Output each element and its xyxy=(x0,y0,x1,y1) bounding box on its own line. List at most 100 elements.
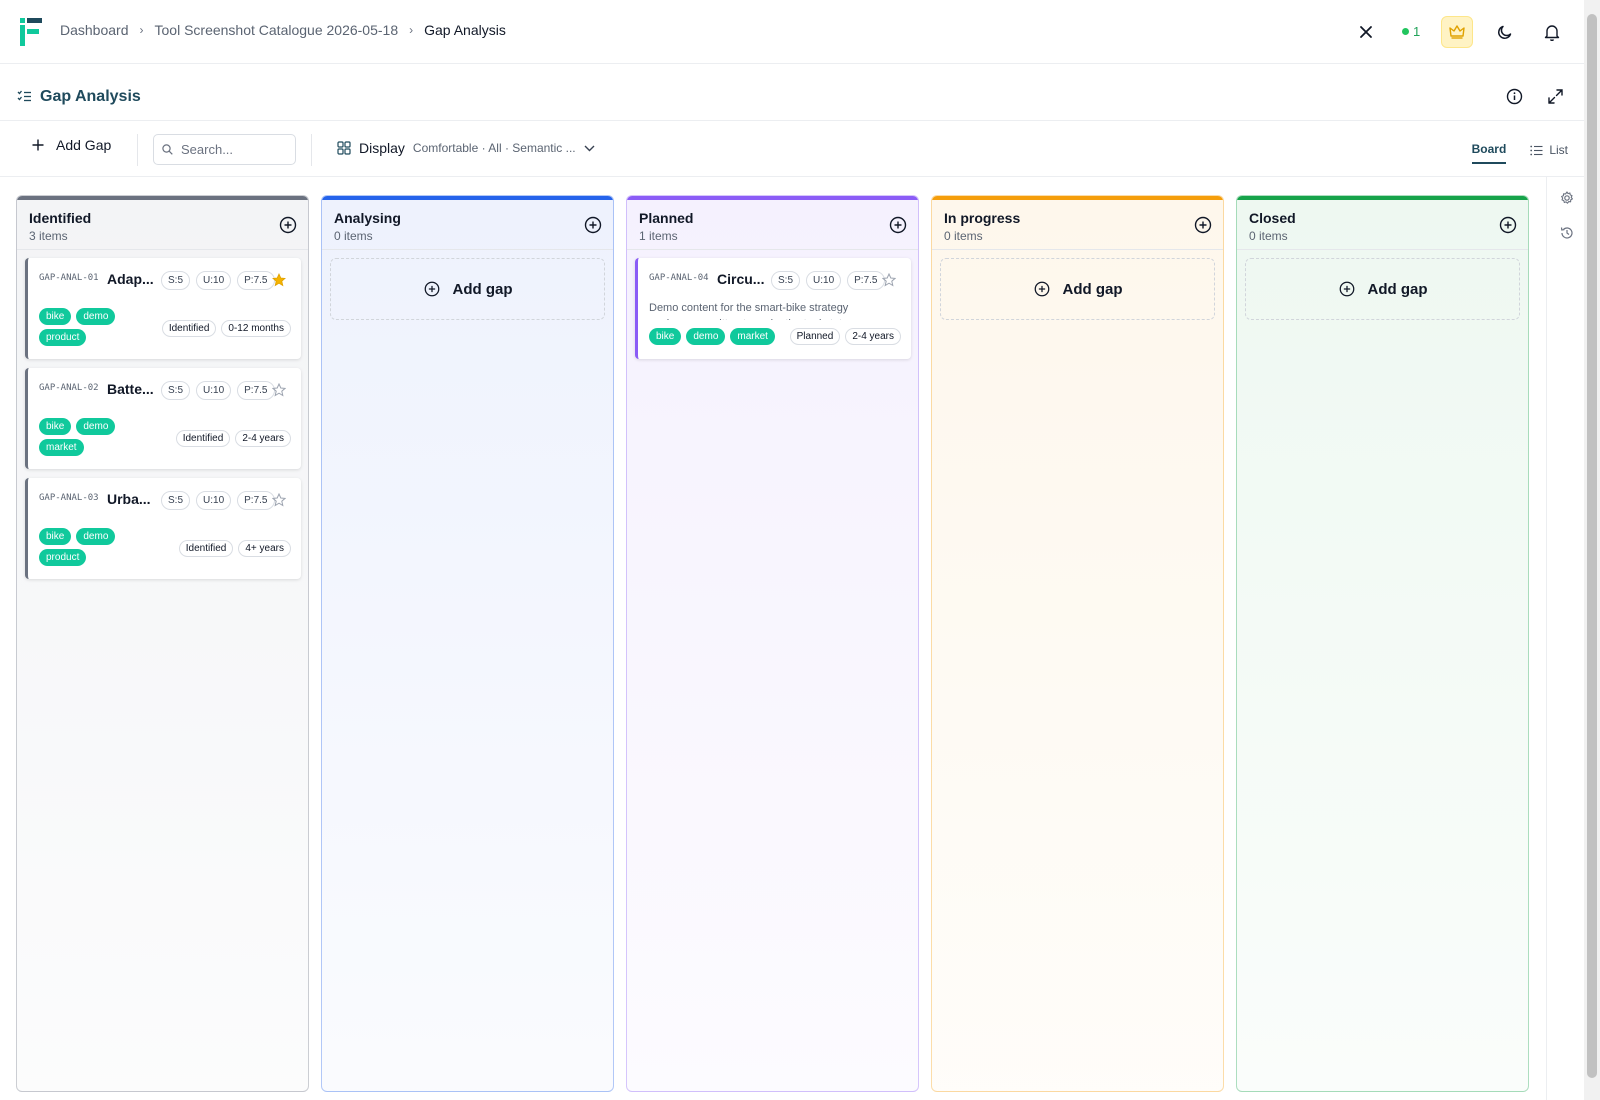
breadcrumb-current: Gap Analysis xyxy=(424,22,506,38)
gap-id: GAP-ANAL-01 xyxy=(39,273,99,283)
add-gap-button[interactable]: Add Gap xyxy=(32,137,111,153)
tag: bike xyxy=(39,528,72,545)
top-bar: Dashboard › Tool Screenshot Catalogue 20… xyxy=(0,0,1584,64)
column-header: Analysing 0 items xyxy=(322,200,613,250)
urgency-pill: U:10 xyxy=(196,491,232,510)
add-gap-placeholder[interactable]: Add gap xyxy=(940,258,1215,320)
tab-board[interactable]: Board xyxy=(1471,136,1507,164)
plus-icon xyxy=(32,139,44,151)
tab-list[interactable]: List xyxy=(1530,136,1568,164)
history-icon[interactable] xyxy=(1560,226,1574,240)
add-circle-icon[interactable] xyxy=(888,215,908,235)
urgency-pill: U:10 xyxy=(196,381,232,400)
star-outline-icon[interactable] xyxy=(272,493,286,507)
add-circle-icon[interactable] xyxy=(583,215,603,235)
expand-button[interactable] xyxy=(1539,80,1571,112)
priority-pill: P:7.5 xyxy=(237,271,275,290)
toolbar-divider xyxy=(137,134,138,166)
tag: bike xyxy=(39,308,72,325)
add-circle-icon xyxy=(424,281,439,297)
info-button[interactable] xyxy=(1498,80,1530,112)
column-planned: Planned 1 items GAP-ANAL-04 Circu... S:5… xyxy=(626,195,919,1092)
scrollbar-thumb[interactable] xyxy=(1587,14,1597,1078)
gap-card[interactable]: GAP-ANAL-02 Batte... S:5 U:10 P:7.5 bike… xyxy=(25,368,301,469)
toolbar-divider xyxy=(311,134,312,166)
page-header: Gap Analysis xyxy=(0,64,1584,121)
gap-title: Urba... xyxy=(107,491,151,507)
upgrade-button[interactable] xyxy=(1441,16,1473,48)
gap-title: Circu... xyxy=(717,271,765,287)
severity-pill: S:5 xyxy=(771,271,801,290)
urgency-pill: U:10 xyxy=(196,271,232,290)
breadcrumb-catalogue[interactable]: Tool Screenshot Catalogue 2026-05-18 xyxy=(155,22,399,38)
view-tabs: Board List xyxy=(1471,136,1568,164)
column-count: 0 items xyxy=(1249,229,1288,243)
gap-card[interactable]: GAP-ANAL-03 Urba... S:5 U:10 P:7.5 bike … xyxy=(25,478,301,579)
column-header: Identified 3 items xyxy=(17,200,308,250)
add-gap-label: Add gap xyxy=(452,280,513,298)
status-badge: Identified xyxy=(161,320,217,337)
tag: bike xyxy=(39,418,72,435)
column-title: Identified xyxy=(29,210,92,226)
list-icon xyxy=(1530,145,1543,155)
star-filled-icon[interactable] xyxy=(272,273,286,287)
star-outline-icon[interactable] xyxy=(882,273,896,287)
crown-icon xyxy=(1449,25,1465,39)
add-gap-placeholder[interactable]: Add gap xyxy=(1245,258,1520,320)
column-count: 3 items xyxy=(29,229,68,243)
page-scrollbar[interactable] xyxy=(1584,0,1600,1100)
display-summary: Comfortable · All · Semantic ... xyxy=(412,141,576,155)
tag-list: bike demo market xyxy=(39,418,139,456)
gap-card[interactable]: GAP-ANAL-01 Adap... S:5 U:10 P:7.5 bike … xyxy=(25,258,301,359)
add-gap-label: Add gap xyxy=(1367,280,1428,298)
tag: market xyxy=(39,439,84,456)
gap-id: GAP-ANAL-02 xyxy=(39,383,99,393)
add-gap-label: Add Gap xyxy=(56,137,112,153)
bell-icon xyxy=(1544,24,1560,41)
checklist-icon xyxy=(17,90,31,102)
chevron-right-icon: › xyxy=(139,23,144,37)
search-box[interactable] xyxy=(153,134,296,165)
display-menu-button[interactable]: Display Comfortable · All · Semantic ... xyxy=(337,140,595,156)
star-outline-icon[interactable] xyxy=(272,383,286,397)
column-title: Analysing xyxy=(334,210,401,226)
column-header: In progress 0 items xyxy=(932,200,1223,250)
column-count: 1 items xyxy=(639,229,678,243)
urgency-pill: U:10 xyxy=(806,271,842,290)
add-gap-label: Add gap xyxy=(1062,280,1123,298)
add-gap-placeholder[interactable]: Add gap xyxy=(330,258,605,320)
card-meta: Identified 0-12 months xyxy=(161,320,291,337)
severity-pill: S:5 xyxy=(161,491,191,510)
tag: bike xyxy=(649,328,682,345)
score-pills: S:5 U:10 P:7.5 xyxy=(161,491,275,510)
online-presence[interactable]: 1 xyxy=(1402,24,1420,39)
search-input[interactable] xyxy=(181,142,291,157)
horizon-badge: 0-12 months xyxy=(221,320,291,337)
column-header: Closed 0 items xyxy=(1237,200,1528,250)
priority-pill: P:7.5 xyxy=(237,381,275,400)
theme-toggle-button[interactable] xyxy=(1489,16,1521,48)
status-badge: Planned xyxy=(789,328,841,345)
column-header: Planned 1 items xyxy=(627,200,918,250)
add-circle-icon[interactable] xyxy=(278,215,298,235)
score-pills: S:5 U:10 P:7.5 xyxy=(161,381,275,400)
app-logo-icon[interactable] xyxy=(20,16,42,46)
breadcrumb-dashboard[interactable]: Dashboard xyxy=(60,22,129,38)
card-meta: Identified 4+ years xyxy=(178,540,291,557)
close-button[interactable] xyxy=(1350,16,1382,48)
severity-pill: S:5 xyxy=(161,271,191,290)
status-badge: Identified xyxy=(178,540,234,557)
status-badge: Identified xyxy=(175,430,231,447)
notifications-button[interactable] xyxy=(1536,16,1568,48)
settings-icon[interactable] xyxy=(1560,191,1574,205)
tag-list: bike demo product xyxy=(39,308,139,346)
score-pills: S:5 U:10 P:7.5 xyxy=(161,271,275,290)
gap-card[interactable]: GAP-ANAL-04 Circu... S:5 U:10 P:7.5 Demo… xyxy=(635,258,911,359)
add-circle-icon[interactable] xyxy=(1193,215,1213,235)
add-circle-icon[interactable] xyxy=(1498,215,1518,235)
tag: demo xyxy=(76,308,116,325)
column-count: 0 items xyxy=(944,229,983,243)
column-title: Closed xyxy=(1249,210,1296,226)
tag: market xyxy=(730,328,775,345)
column-identified: Identified 3 items GAP-ANAL-01 Adap... S… xyxy=(16,195,309,1092)
